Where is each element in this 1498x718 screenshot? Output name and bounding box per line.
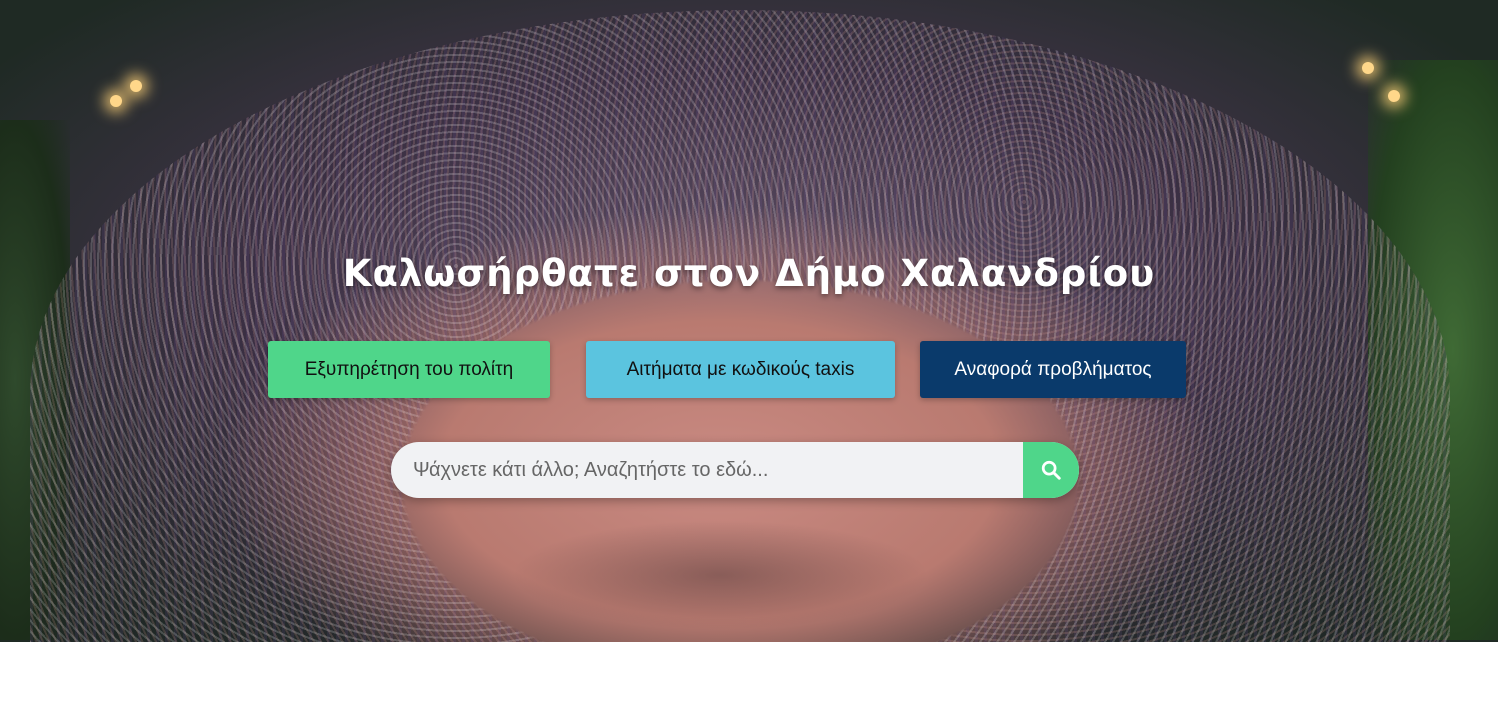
stage-light (130, 80, 142, 92)
stage-light (1388, 90, 1400, 102)
report-problem-button[interactable]: Αναφορά προβλήματος (920, 341, 1186, 398)
hero-section: Καλωσήρθατε στον Δήμο Χαλανδρίου Εξυπηρέ… (0, 0, 1498, 642)
search-input[interactable] (391, 442, 1023, 498)
search-bar (391, 442, 1079, 498)
citizen-service-button[interactable]: Εξυπηρέτηση του πολίτη (268, 341, 550, 398)
hero-title: Καλωσήρθατε στον Δήμο Χαλανδρίου (342, 252, 1156, 295)
search-button[interactable] (1023, 442, 1079, 498)
search-icon (1041, 460, 1061, 480)
taxis-requests-button[interactable]: Αιτήματα με κωδικούς taxis (586, 341, 895, 398)
stage-light (110, 95, 122, 107)
stage-area (510, 520, 930, 630)
stage-light (1362, 62, 1374, 74)
